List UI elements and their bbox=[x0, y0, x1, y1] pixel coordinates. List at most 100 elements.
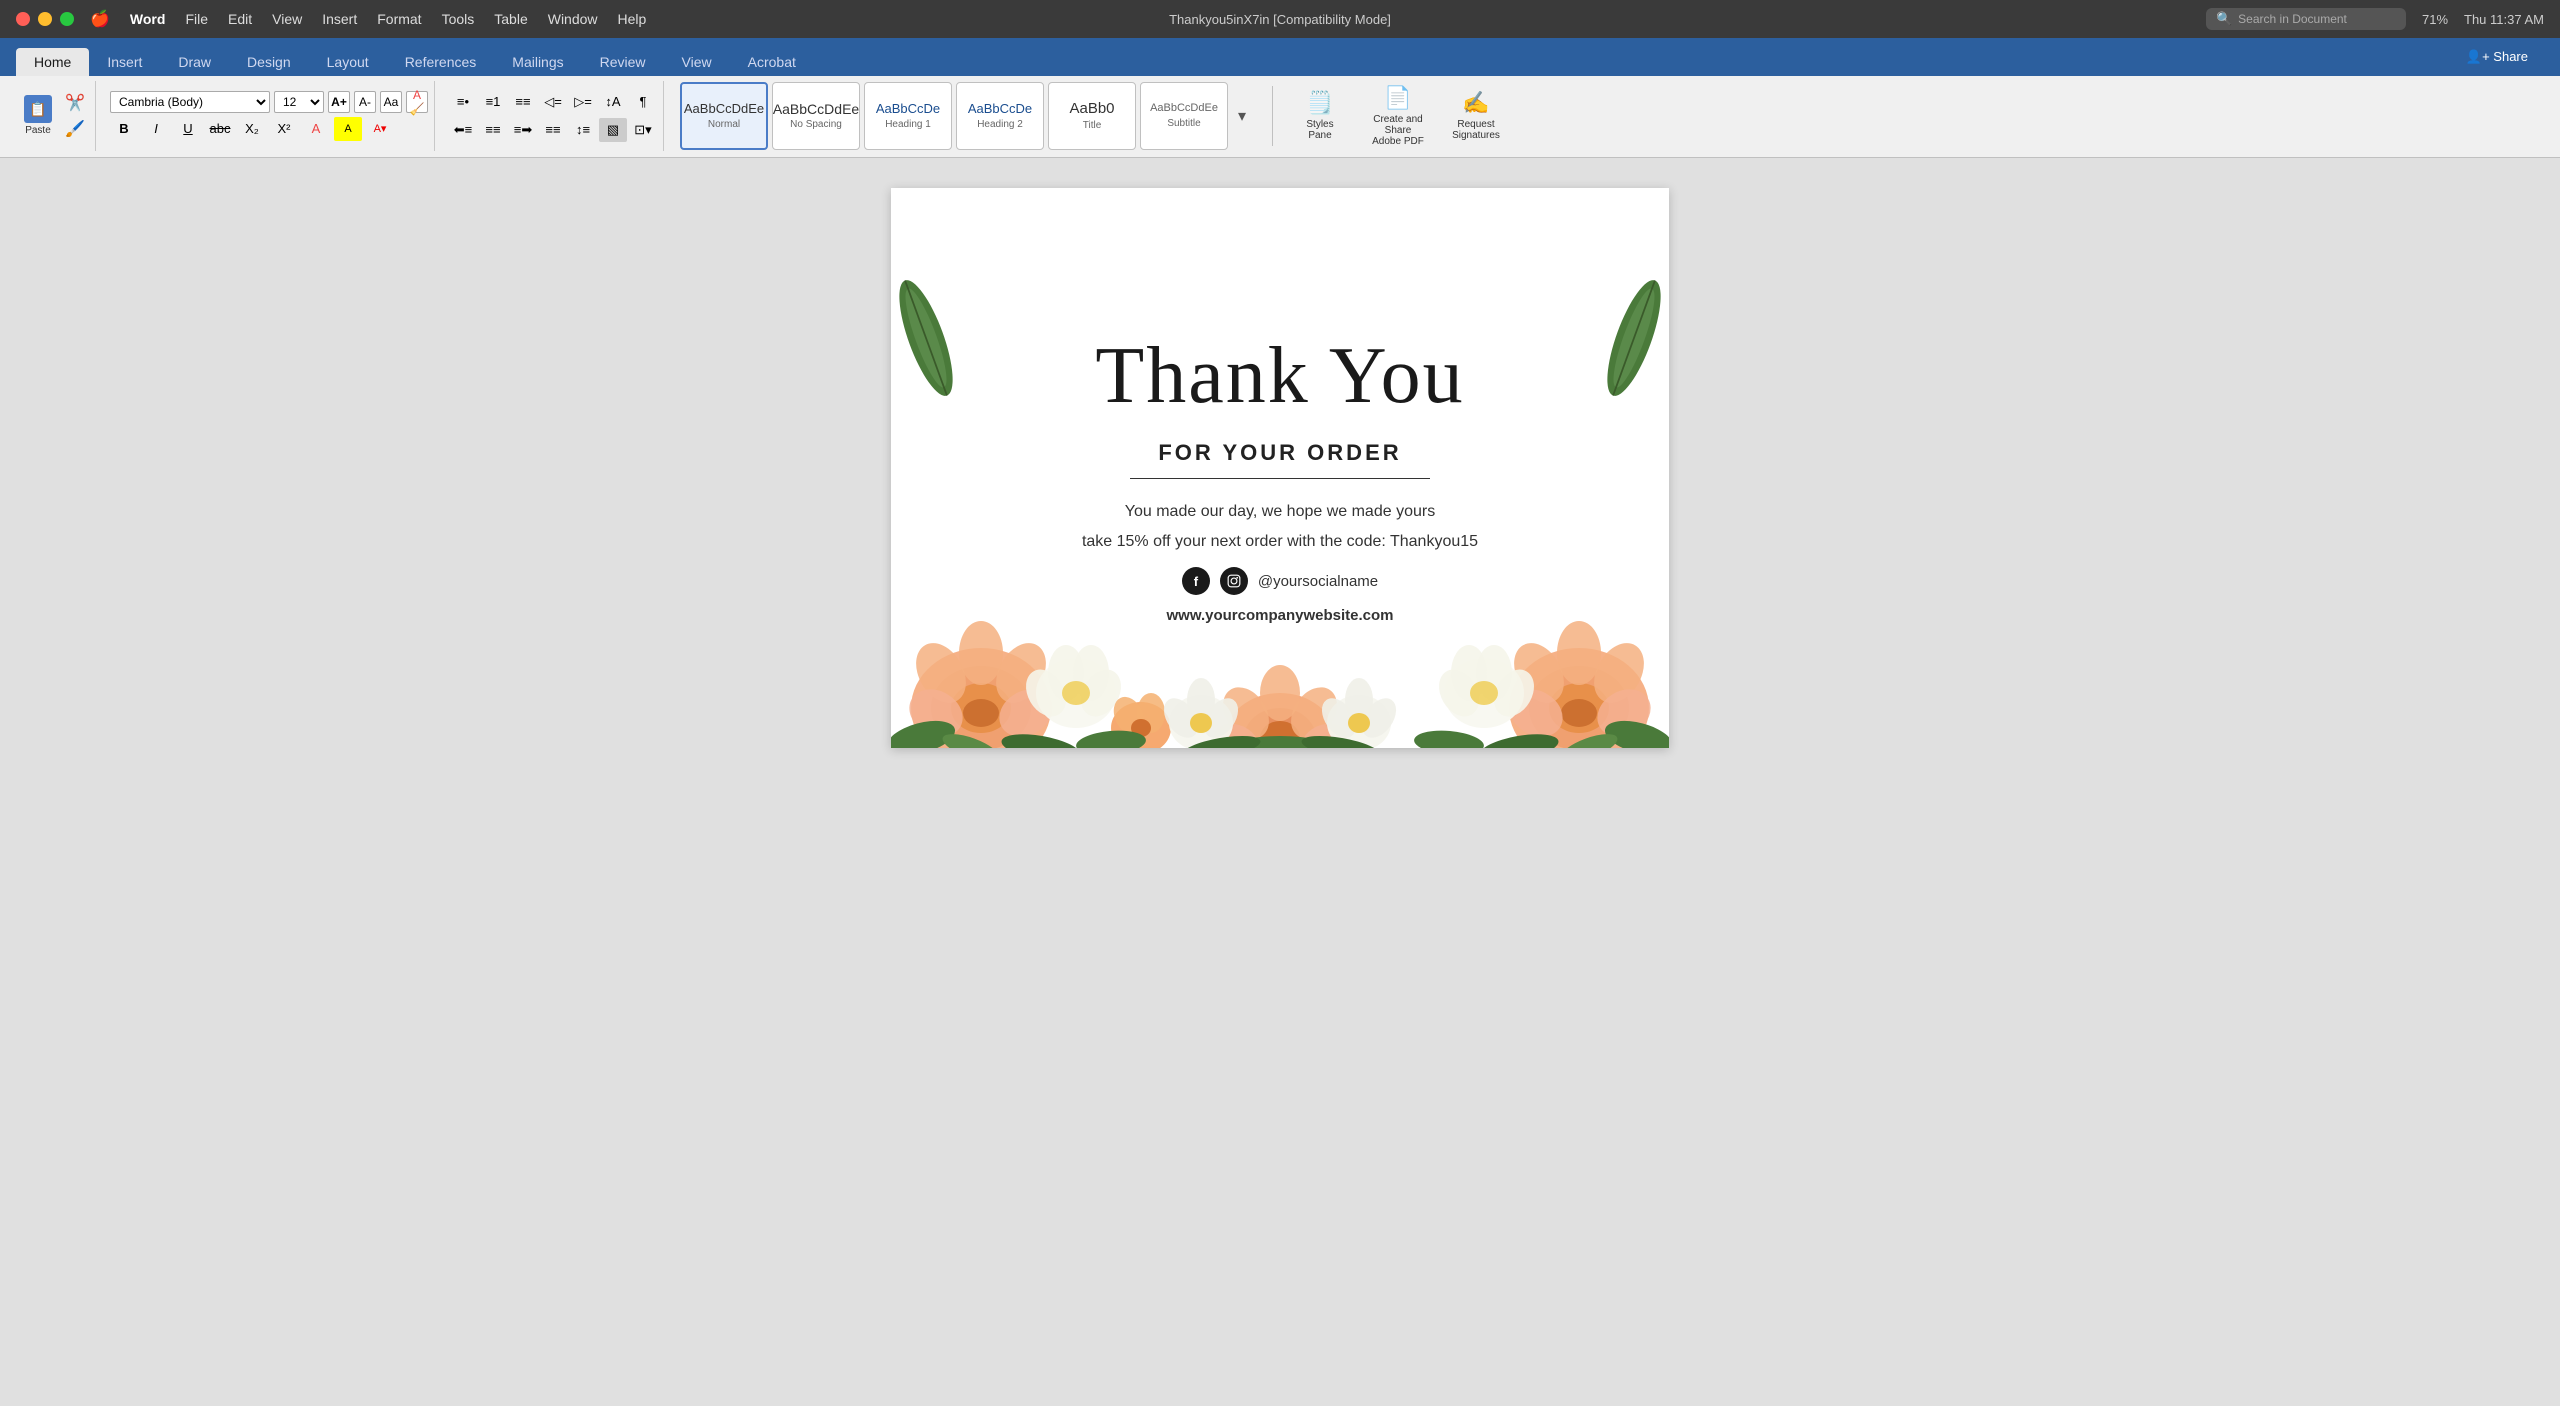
subscript-button[interactable]: X₂ bbox=[238, 117, 266, 141]
style-heading-1[interactable]: AaBbCcDe Heading 1 bbox=[864, 82, 952, 150]
paste-icon: 📋 bbox=[24, 95, 52, 123]
font-shrink-button[interactable]: A- bbox=[354, 91, 376, 113]
title-bar: 🍎 Word File Edit View Insert Format Tool… bbox=[0, 0, 2560, 38]
bullets-button[interactable]: ≡• bbox=[449, 90, 477, 114]
menu-help[interactable]: Help bbox=[618, 11, 647, 27]
instagram-icon bbox=[1220, 567, 1248, 595]
shading-button[interactable]: ▧ bbox=[599, 118, 627, 142]
battery-status: 71% bbox=[2422, 12, 2448, 27]
align-center-button[interactable]: ≡≡ bbox=[479, 118, 507, 142]
tab-view[interactable]: View bbox=[664, 48, 730, 76]
paste-group: 📋 Paste ✂️ 🖌️ bbox=[12, 81, 96, 151]
title-bar-menu: Word File Edit View Insert Format Tools … bbox=[130, 11, 646, 27]
ribbon-content: 📋 Paste ✂️ 🖌️ Cambria (Body) 12 A+ A- Aa… bbox=[0, 76, 2560, 158]
style-normal[interactable]: AaBbCcDdEe Normal bbox=[680, 82, 768, 150]
menu-view[interactable]: View bbox=[272, 11, 302, 27]
highlight-button[interactable]: A bbox=[334, 117, 362, 141]
create-pdf-icon: 📄 bbox=[1384, 85, 1411, 111]
tab-mailings[interactable]: Mailings bbox=[494, 48, 581, 76]
text-color-button[interactable]: A bbox=[302, 117, 330, 141]
menu-file[interactable]: File bbox=[185, 11, 208, 27]
signatures-icon: ✍️ bbox=[1462, 90, 1489, 116]
tab-draw[interactable]: Draw bbox=[160, 48, 229, 76]
justify-button[interactable]: ≡≡ bbox=[539, 118, 567, 142]
maximize-button[interactable] bbox=[60, 12, 74, 26]
discount-text: take 15% off your next order with the co… bbox=[1082, 533, 1478, 551]
multilevel-list-button[interactable]: ≡≡ bbox=[509, 90, 537, 114]
close-button[interactable] bbox=[16, 12, 30, 26]
tab-references[interactable]: References bbox=[387, 48, 495, 76]
share-icon: 👤+ bbox=[2466, 49, 2490, 64]
menu-edit[interactable]: Edit bbox=[228, 11, 252, 27]
divider-line bbox=[1130, 478, 1430, 479]
font-size-select[interactable]: 12 bbox=[274, 91, 324, 113]
social-handle: @yoursocialname bbox=[1258, 573, 1378, 590]
font-family-select[interactable]: Cambria (Body) bbox=[110, 91, 270, 113]
align-left-button[interactable]: ⬅≡ bbox=[449, 118, 477, 142]
menu-window[interactable]: Window bbox=[548, 11, 598, 27]
change-case-button[interactable]: Aa bbox=[380, 91, 402, 113]
more-styles-button[interactable]: ▾ bbox=[1230, 82, 1254, 150]
tab-acrobat[interactable]: Acrobat bbox=[730, 48, 814, 76]
title-bar-left: 🍎 Word File Edit View Insert Format Tool… bbox=[16, 9, 646, 29]
numbering-button[interactable]: ≡1 bbox=[479, 90, 507, 114]
decrease-indent-button[interactable]: ◁= bbox=[539, 90, 567, 114]
style-subtitle[interactable]: AaBbCcDdEe Subtitle bbox=[1140, 82, 1228, 150]
borders-button[interactable]: ⊡▾ bbox=[629, 118, 657, 142]
minimize-button[interactable] bbox=[38, 12, 52, 26]
tab-review[interactable]: Review bbox=[582, 48, 664, 76]
font-grow-button[interactable]: A+ bbox=[328, 91, 350, 113]
styles-pane-button[interactable]: 🗒️ Styles Pane bbox=[1285, 90, 1355, 141]
main-area: Thank You FOR YOUR ORDER You made our da… bbox=[0, 158, 2560, 1406]
traffic-lights[interactable] bbox=[16, 12, 74, 26]
bold-button[interactable]: B bbox=[110, 117, 138, 141]
increase-indent-button[interactable]: ▷= bbox=[569, 90, 597, 114]
paste-button[interactable]: 📋 Paste bbox=[18, 93, 58, 138]
underline-button[interactable]: U bbox=[174, 117, 202, 141]
menu-format[interactable]: Format bbox=[377, 11, 421, 27]
thank-you-heading: Thank You bbox=[1095, 332, 1464, 420]
strikethrough-button[interactable]: abc bbox=[206, 117, 234, 141]
menu-word[interactable]: Word bbox=[130, 11, 166, 27]
tab-design[interactable]: Design bbox=[229, 48, 309, 76]
clock: Thu 11:37 AM bbox=[2464, 12, 2544, 27]
share-button[interactable]: 👤+ Share bbox=[2454, 45, 2540, 69]
right-actions: 🗒️ Styles Pane 📄 Create and Share Adobe … bbox=[1285, 85, 1511, 147]
search-placeholder: Search in Document bbox=[2238, 12, 2347, 26]
menu-table[interactable]: Table bbox=[494, 11, 527, 27]
document[interactable]: Thank You FOR YOUR ORDER You made our da… bbox=[891, 188, 1669, 748]
font-color-button[interactable]: A▾ bbox=[366, 117, 394, 141]
ribbon: Home Insert Draw Design Layout Reference… bbox=[0, 38, 2560, 76]
format-painter-button[interactable]: ✂️ bbox=[61, 91, 89, 115]
create-pdf-button[interactable]: 📄 Create and Share Adobe PDF bbox=[1363, 85, 1433, 147]
styles-group: AaBbCcDdEe Normal AaBbCcDdEe No Spacing … bbox=[672, 81, 1260, 151]
style-no-spacing[interactable]: AaBbCcDdEe No Spacing bbox=[772, 82, 860, 150]
style-heading-2[interactable]: AaBbCcDe Heading 2 bbox=[956, 82, 1044, 150]
styles-pane-icon: 🗒️ bbox=[1306, 90, 1333, 116]
tab-layout[interactable]: Layout bbox=[309, 48, 387, 76]
tab-home[interactable]: Home bbox=[16, 48, 89, 76]
card-content: Thank You FOR YOUR ORDER You made our da… bbox=[891, 188, 1669, 728]
style-title[interactable]: AaBb0 Title bbox=[1048, 82, 1136, 150]
menu-insert[interactable]: Insert bbox=[322, 11, 357, 27]
facebook-icon: f bbox=[1182, 567, 1210, 595]
tab-insert[interactable]: Insert bbox=[89, 48, 160, 76]
website: www.yourcompanywebsite.com bbox=[1167, 607, 1394, 624]
clear-formatting-button[interactable]: A🧹 bbox=[406, 91, 428, 113]
align-right-button[interactable]: ≡➡ bbox=[509, 118, 537, 142]
italic-button[interactable]: I bbox=[142, 117, 170, 141]
ribbon-divider bbox=[1272, 86, 1273, 146]
superscript-button[interactable]: X² bbox=[270, 117, 298, 141]
social-row: f @yoursocialname bbox=[1182, 567, 1378, 595]
line-spacing-button[interactable]: ↕≡ bbox=[569, 118, 597, 142]
request-signatures-button[interactable]: ✍️ Request Signatures bbox=[1441, 90, 1511, 141]
clear-format-button[interactable]: 🖌️ bbox=[61, 117, 89, 141]
menu-tools[interactable]: Tools bbox=[442, 11, 475, 27]
search-bar[interactable]: 🔍 Search in Document bbox=[2206, 8, 2406, 30]
show-marks-button[interactable]: ¶ bbox=[629, 90, 657, 114]
sort-button[interactable]: ↕A bbox=[599, 90, 627, 114]
for-your-order: FOR YOUR ORDER bbox=[1158, 440, 1401, 466]
ribbon-tabs: Home Insert Draw Design Layout Reference… bbox=[0, 38, 830, 76]
body-text: You made our day, we hope we made yours bbox=[1125, 503, 1435, 521]
paragraph-group: ≡• ≡1 ≡≡ ◁= ▷= ↕A ¶ ⬅≡ ≡≡ ≡➡ ≡≡ ↕≡ ▧ ⊡▾ bbox=[443, 81, 664, 151]
